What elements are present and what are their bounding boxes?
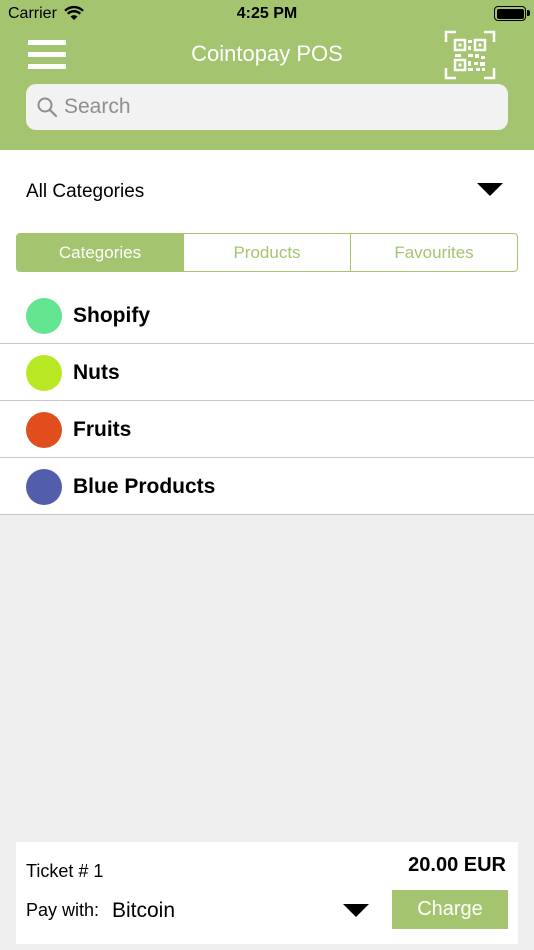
pay-with-label: Pay with: xyxy=(26,900,100,920)
list-item[interactable]: Shopify xyxy=(0,287,534,344)
category-list: Shopify Nuts Fruits Blue Products xyxy=(0,287,534,515)
category-color-dot xyxy=(26,298,62,334)
tab-favourites[interactable]: Favourites xyxy=(350,234,517,271)
category-color-dot xyxy=(26,355,62,391)
payment-method-value: Bitcoin xyxy=(112,899,176,922)
segmented-tabs: Categories Products Favourites xyxy=(16,233,518,272)
category-label: Blue Products xyxy=(73,475,216,498)
payment-method-dropdown[interactable]: Bitcoin xyxy=(110,894,372,928)
category-dropdown[interactable]: All Categories xyxy=(0,162,534,222)
battery-icon xyxy=(494,6,526,21)
search-bar xyxy=(26,84,508,130)
status-bar: Carrier 4:25 PM xyxy=(0,0,534,28)
category-label: Nuts xyxy=(73,361,120,384)
charge-button[interactable]: Charge xyxy=(392,890,508,929)
chevron-down-icon xyxy=(343,904,369,917)
ticket-number: Ticket # 1 xyxy=(26,861,104,881)
category-color-dot xyxy=(26,469,62,505)
ticket-total: 20.00 EUR xyxy=(408,854,506,876)
checkout-panel: Ticket # 1 20.00 EUR Pay with: Bitcoin C… xyxy=(16,842,518,944)
app-header: Carrier 4:25 PM Cointopay POS xyxy=(0,0,534,150)
chevron-down-icon xyxy=(477,183,503,196)
category-dropdown-value: All Categories xyxy=(26,181,145,202)
status-time: 4:25 PM xyxy=(236,5,298,22)
search-icon xyxy=(37,97,58,118)
list-item[interactable]: Blue Products xyxy=(0,458,534,515)
qr-code-icon[interactable] xyxy=(444,30,496,80)
search-input[interactable] xyxy=(64,88,494,126)
category-label: Fruits xyxy=(73,418,132,441)
category-color-dot xyxy=(26,412,62,448)
tab-categories[interactable]: Categories xyxy=(17,234,183,271)
list-item[interactable]: Fruits xyxy=(0,401,534,458)
list-item[interactable]: Nuts xyxy=(0,344,534,401)
category-label: Shopify xyxy=(73,304,150,327)
tab-products[interactable]: Products xyxy=(183,234,350,271)
